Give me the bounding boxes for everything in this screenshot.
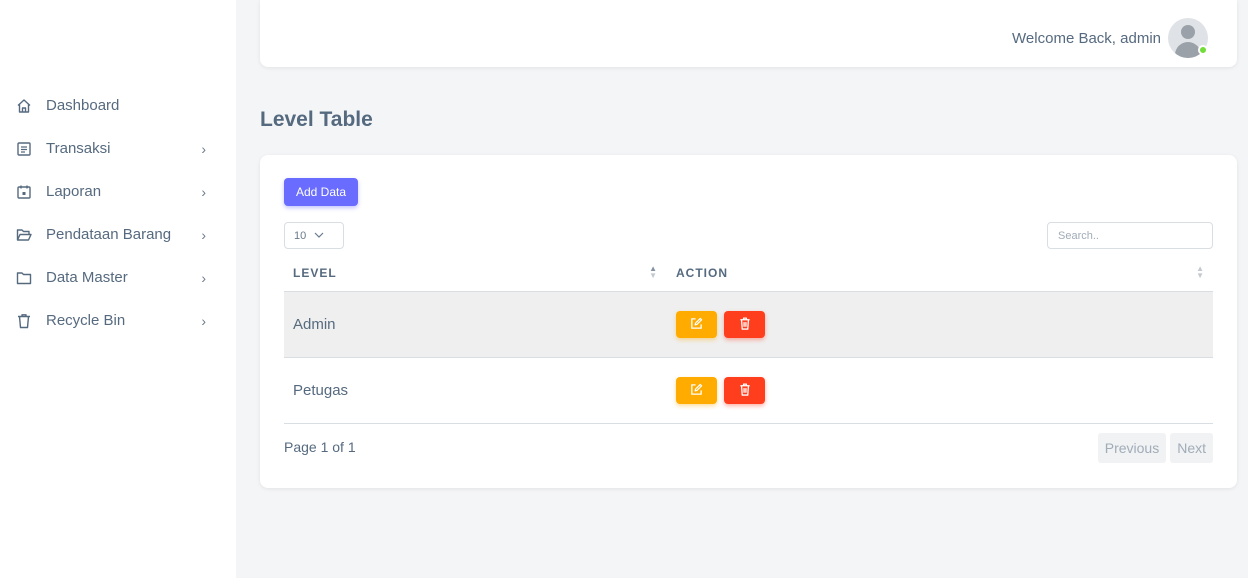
sidebar-item-label: Transaksi xyxy=(46,140,111,157)
sidebar-item-label: Pendataan Barang xyxy=(46,226,172,243)
trash-icon xyxy=(14,311,34,331)
trash-icon xyxy=(739,382,751,399)
edit-button[interactable] xyxy=(676,377,717,404)
chevron-right-icon: › xyxy=(201,269,206,286)
sidebar-item-label: Dashboard xyxy=(46,97,120,114)
sidebar-item-laporan[interactable]: Laporan › xyxy=(0,170,236,213)
home-icon xyxy=(14,96,34,116)
sort-icon: ▲ ▼ xyxy=(649,263,658,280)
column-header-label: ACTION xyxy=(676,266,728,280)
next-button[interactable]: Next xyxy=(1170,433,1213,463)
folder-icon xyxy=(14,268,34,288)
sidebar-nav: Dashboard Transaksi › Laporan › Pendataa… xyxy=(0,84,236,342)
page-size-select[interactable]: 10 xyxy=(284,222,344,249)
page-info: Page 1 of 1 xyxy=(284,439,356,455)
sidebar-item-label: Data Master xyxy=(46,269,128,286)
page-size-value: 10 xyxy=(294,229,307,242)
sidebar-item-label: Recycle Bin xyxy=(46,312,126,329)
sidebar: Dashboard Transaksi › Laporan › Pendataa… xyxy=(0,0,236,578)
delete-button[interactable] xyxy=(724,377,765,404)
level-table-card: Add Data 10 LEVEL ▲▼ ACTION ▲▼ Admin xyxy=(260,155,1237,488)
chevron-right-icon: › xyxy=(201,183,206,200)
column-header-level[interactable]: LEVEL ▲ ▼ xyxy=(284,255,666,292)
sidebar-item-dashboard[interactable]: Dashboard xyxy=(0,84,236,127)
table-row: Admin xyxy=(284,292,1213,358)
previous-button[interactable]: Previous xyxy=(1097,433,1167,463)
trash-icon xyxy=(739,316,751,333)
table-footer: Page 1 of 1 Previous Next xyxy=(284,433,1213,463)
level-table: LEVEL ▲ ▼ ACTION ▲ ▼ Admin Petugas xyxy=(284,255,1213,424)
chevron-right-icon: › xyxy=(201,226,206,243)
chevron-right-icon: › xyxy=(201,140,206,157)
add-data-button[interactable]: Add Data xyxy=(284,178,358,206)
page-title: Level Table xyxy=(260,108,373,131)
sort-icon: ▲ ▼ xyxy=(1196,263,1205,280)
sidebar-item-pendataan-barang[interactable]: Pendataan Barang › xyxy=(0,213,236,256)
folder-open-icon xyxy=(14,225,34,245)
column-header-action[interactable]: ACTION ▲ ▼ xyxy=(666,255,1213,292)
welcome-text: Welcome Back, admin xyxy=(1012,30,1161,47)
avatar-head xyxy=(1181,25,1195,39)
table-header: LEVEL ▲ ▼ ACTION ▲ ▼ xyxy=(284,255,1213,292)
sidebar-item-recycle-bin[interactable]: Recycle Bin › xyxy=(0,299,236,342)
sidebar-item-data-master[interactable]: Data Master › xyxy=(0,256,236,299)
edit-icon xyxy=(690,317,703,333)
chevron-down-icon xyxy=(314,230,324,241)
edit-button[interactable] xyxy=(676,311,717,338)
column-header-label: LEVEL xyxy=(293,266,337,280)
level-cell: Admin xyxy=(293,316,336,333)
action-cell xyxy=(666,377,1213,404)
receipt-icon xyxy=(14,139,34,159)
sidebar-item-label: Laporan xyxy=(46,183,102,200)
sidebar-item-transaksi[interactable]: Transaksi › xyxy=(0,127,236,170)
table-row: Petugas xyxy=(284,358,1213,424)
pagination: Previous Next xyxy=(1097,433,1213,463)
calendar-icon xyxy=(14,182,34,202)
top-navbar: Welcome Back, admin xyxy=(260,0,1237,67)
edit-icon xyxy=(690,383,703,399)
delete-button[interactable] xyxy=(724,311,765,338)
action-cell xyxy=(666,311,1213,338)
chevron-right-icon: › xyxy=(201,312,206,329)
level-cell: Petugas xyxy=(293,382,349,399)
online-status-dot xyxy=(1198,45,1208,55)
search-input[interactable] xyxy=(1047,222,1213,249)
